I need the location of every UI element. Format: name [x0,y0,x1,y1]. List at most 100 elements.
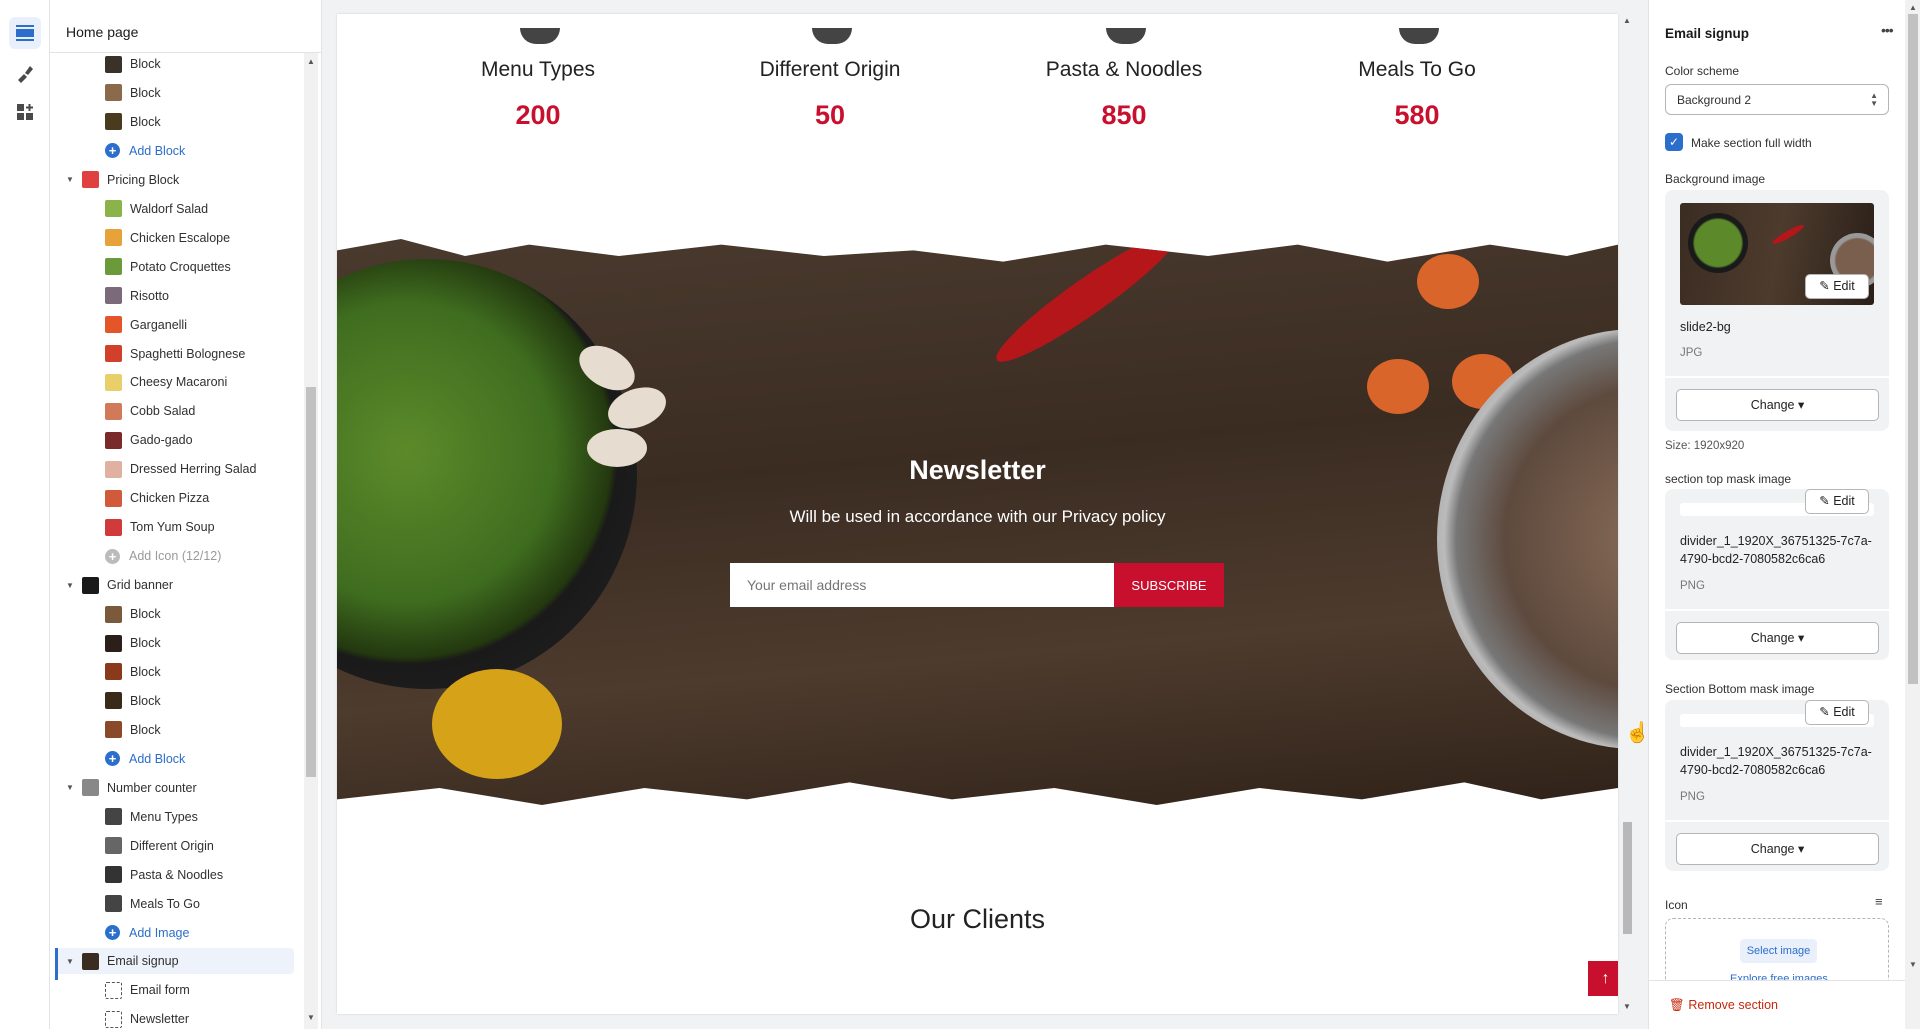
stat-icon [520,28,560,44]
tree-scrollbar[interactable]: ▲ ▼ [304,53,318,1029]
section-thumbnail [82,171,99,189]
theme-settings-brush-icon[interactable] [9,57,41,89]
bottom-mask-name: divider_1_1920X_36751325-7c7a-4790-bcd2-… [1680,745,1872,777]
tree-block-item[interactable]: Potato Croquettes [50,254,294,280]
tree-item-label: Email form [130,983,190,998]
top-mask-name: divider_1_1920X_36751325-7c7a-4790-bcd2-… [1680,534,1872,566]
tree-item-label: Chicken Escalope [130,230,231,245]
stat-value: 50 [814,100,846,130]
caret-down-icon: ▾ [1798,631,1805,645]
tree-block-item[interactable]: Block [50,659,294,685]
tree-section-item[interactable]: ▼ Number counter [50,775,294,801]
tree-block-item[interactable]: Gado-gado [50,427,294,453]
bottom-mask-label: Section Bottom mask image [1665,682,1815,696]
panel-title: Email signup [1665,26,1750,41]
sections-icon[interactable] [9,17,41,49]
plus-circle-icon: + [105,548,120,564]
caret-down-icon[interactable]: ▼ [66,957,76,966]
panel-footer: 🗑 Remove section [1649,980,1905,1029]
tree-block-item[interactable]: Cheesy Macaroni [50,369,294,395]
tree-section-item[interactable]: ▼ Grid banner [50,572,294,598]
chili-image [986,239,1188,375]
full-width-label: Make section full width [1691,136,1812,150]
stat-label: Different Origin [759,58,901,81]
caret-down-icon[interactable]: ▼ [66,581,76,590]
app-blocks-icon[interactable] [9,96,41,128]
more-options-icon[interactable]: ••• [1881,22,1894,38]
tree-block-item[interactable]: Spaghetti Bolognese [50,341,294,367]
add-item-button[interactable]: + Add Icon (12/12) [50,543,294,569]
edit-bottom-mask-button[interactable]: ✎ Edit [1805,700,1869,725]
stat-counter: Menu Types 200 [408,28,668,131]
tree-block-item[interactable]: Block [50,717,294,743]
add-item-button[interactable]: + Add Block [50,746,294,772]
tree-block-item[interactable]: Chicken Pizza [50,485,294,511]
tree-block-item[interactable]: Dressed Herring Salad [50,456,294,482]
tree-block-item[interactable]: Cobb Salad [50,398,294,424]
caret-down-icon[interactable]: ▼ [66,175,76,184]
subscribe-button[interactable]: SUBSCRIBE [1114,563,1224,607]
block-thumbnail [105,258,122,276]
add-item-button[interactable]: + Add Block [50,138,294,164]
tree-block-item[interactable]: Tom Yum Soup [50,514,294,540]
block-thumbnail [105,721,122,739]
edit-top-mask-button[interactable]: ✎ Edit [1805,489,1869,514]
tree-block-item[interactable]: Menu Types [50,804,294,830]
section-settings-panel: Email signup ••• Color scheme Background… [1648,0,1920,1029]
add-item-button[interactable]: + Add Image [50,920,294,946]
stat-counter: Pasta & Noodles 850 [994,28,1254,131]
stat-label: Pasta & Noodles [1045,58,1203,81]
newsletter-section[interactable]: Newsletter Will be used in accordance wi… [337,239,1618,805]
top-mask-card: ✎ Edit divider_1_1920X_36751325-7c7a-479… [1665,489,1889,660]
tree-item-label: Grid banner [107,578,174,593]
back-to-top-button[interactable]: ↑ [1588,961,1618,996]
tree-block-item[interactable]: Block [50,601,294,627]
tree-item-label: Newsletter [130,1012,190,1027]
stat-icon [812,28,852,44]
tree-block-item[interactable]: Block [50,51,294,77]
change-bottom-mask-button[interactable]: Change ▾ [1676,833,1879,865]
newsletter-subtitle: Will be used in accordance with our Priv… [789,507,1166,526]
tree-block-item[interactable]: Meals To Go [50,891,294,917]
tree-item-label: Email signup [107,954,179,969]
preview-area: Menu Types 200 Different Origin 50 Pasta & N… [322,0,1648,1029]
tree-block-item[interactable]: Garganelli [50,312,294,338]
block-thumbnail [105,518,122,536]
tree-block-item[interactable]: Newsletter [50,1006,294,1029]
color-scheme-select[interactable]: Background 2 ▲ ▼ [1665,84,1889,115]
section-thumbnail [82,576,99,594]
tree-block-item[interactable]: Block [50,80,294,106]
tree-item-label: Add Block [129,751,186,766]
preview-scrollbar[interactable]: ▲ ▼ [1620,14,1634,1014]
edit-background-image-button[interactable]: ✎ Edit [1805,274,1869,299]
change-top-mask-button[interactable]: Change ▾ [1676,622,1879,654]
tree-block-item[interactable]: Chicken Escalope [50,225,294,251]
panel-scrollbar[interactable]: ▲ ▼ [1905,0,1920,1029]
change-background-image-button[interactable]: Change ▾ [1676,389,1879,421]
tree-block-item[interactable]: Risotto [50,283,294,309]
remove-section-button[interactable]: 🗑 Remove section [1669,998,1778,1013]
database-icon[interactable]: ≡ [1875,894,1883,909]
email-input[interactable] [730,563,1114,607]
caret-down-icon[interactable]: ▼ [66,783,76,792]
block-thumbnail [105,692,122,710]
tree-item-label: Dressed Herring Salad [130,462,257,477]
background-image-card: ✎ Edit slide2-bg JPG Change ▾ [1665,190,1889,431]
full-width-checkbox[interactable]: ✓ [1665,133,1683,151]
tree-section-item[interactable]: ▼ Pricing Block [50,167,294,193]
tree-item-label: Potato Croquettes [130,259,231,274]
select-image-button[interactable]: Select image [1740,939,1817,963]
tree-block-item[interactable]: Different Origin [50,833,294,859]
tree-block-item[interactable]: Waldorf Salad [50,196,294,222]
stat-value: 200 [515,100,561,130]
tree-item-label: Add Image [129,925,190,940]
tree-block-item[interactable]: Block [50,109,294,135]
tree-block-item[interactable]: Block [50,688,294,714]
tree-block-item[interactable]: Block [50,630,294,656]
tree-section-item[interactable]: ▼ Email signup [56,948,294,975]
tree-item-label: Add Icon (12/12) [129,549,222,564]
tree-block-item[interactable]: Email form [50,977,294,1003]
tree-block-item[interactable]: Pasta & Noodles [50,862,294,888]
pencil-icon: ✎ [1819,279,1834,293]
tree-item-label: Block [130,114,161,129]
